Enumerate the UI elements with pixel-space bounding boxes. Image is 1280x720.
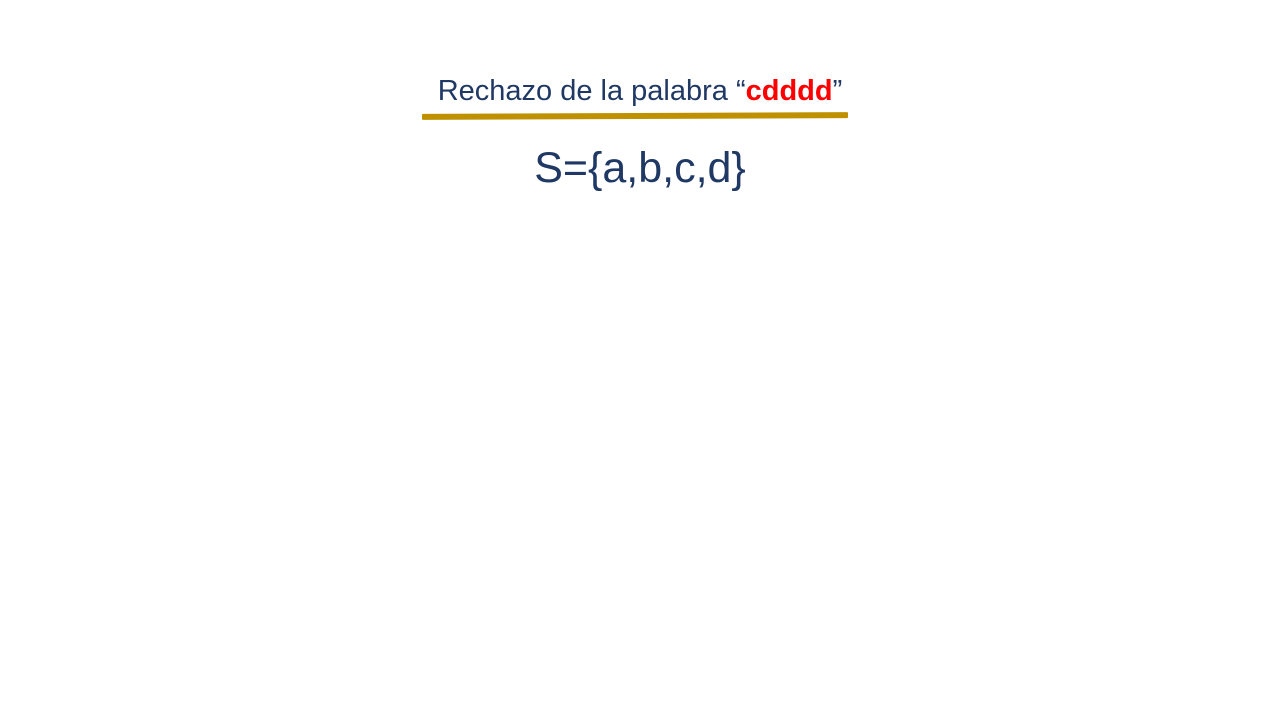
alphabet-container: S={a,b,c,d} — [0, 140, 1280, 196]
title-suffix: ” — [832, 75, 843, 107]
rejected-word: cdddd — [745, 75, 833, 107]
title-container: Rechazo de la palabra “cdddd” — [0, 70, 1280, 112]
title-prefix: Rechazo de la palabra “ — [437, 75, 746, 107]
slide: Rechazo de la palabra “cdddd” S={a,b,c,d… — [0, 0, 1280, 720]
title-underline — [422, 112, 848, 120]
alphabet-definition: S={a,b,c,d} — [534, 144, 746, 192]
slide-title: Rechazo de la palabra “cdddd” — [438, 70, 843, 112]
